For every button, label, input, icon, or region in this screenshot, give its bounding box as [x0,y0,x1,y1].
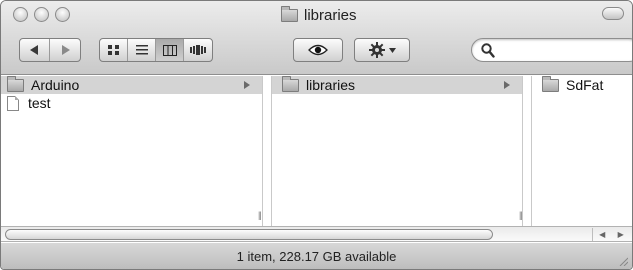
scroll-right-icon[interactable]: ▶ [618,230,624,239]
chevron-down-icon [388,47,396,53]
minimize-window-button[interactable] [34,7,49,22]
horizontal-scrollbar[interactable]: ◀ ▶ [1,226,632,242]
folder-icon [542,75,559,92]
item-label: libraries [306,77,356,93]
disclosure-arrow-icon [504,81,510,89]
folder-icon [281,5,298,22]
column-view-icon [162,44,177,56]
item-label: Arduino [31,77,80,93]
back-arrow-icon [30,45,38,55]
document-icon [7,95,19,111]
icon-view-button[interactable] [100,39,128,61]
action-menu-button[interactable] [354,38,410,62]
column-3[interactable]: SdFat [531,75,632,226]
column-browser: Arduino test || libraries || SdFat [1,75,632,226]
item-label: SdFat [566,77,604,93]
window-title-area: libraries [281,5,357,24]
gear-icon [368,42,385,58]
forward-arrow-icon [61,45,70,55]
toolbar: libraries [1,1,632,75]
zoom-window-button[interactable] [55,7,70,22]
finder-window: libraries Arduino test || libraries || S… [0,0,633,270]
back-forward-control [19,38,81,62]
list-item[interactable]: libraries [272,75,522,94]
status-text: 1 item, 228.17 GB available [236,248,397,264]
list-item[interactable]: test [1,94,262,112]
toolbar-toggle-button[interactable] [602,7,624,20]
forward-button[interactable] [50,39,80,61]
list-view-icon [135,45,148,55]
search-field[interactable] [471,38,632,62]
status-bar: 1 item, 228.17 GB available [1,243,632,269]
column-1[interactable]: Arduino test || [1,75,263,226]
scroll-arrows: ◀ ▶ [592,228,630,241]
view-mode-control [99,38,213,62]
close-window-button[interactable] [13,7,28,22]
column-resize-handle[interactable]: || [258,210,262,220]
resize-grip-icon[interactable] [618,256,628,266]
folder-icon [282,75,299,92]
search-icon [481,43,495,58]
column-2[interactable]: libraries || [271,75,523,226]
column-view-button[interactable] [156,39,184,61]
folder-icon [7,75,24,92]
back-button[interactable] [20,39,50,61]
cover-flow-view-button[interactable] [184,39,212,61]
scrollbar-thumb[interactable] [5,229,493,240]
list-item[interactable]: SdFat [532,75,632,94]
scroll-left-icon[interactable]: ◀ [599,230,605,239]
list-view-button[interactable] [128,39,156,61]
window-controls [13,7,70,22]
column-resize-handle[interactable]: || [519,210,523,220]
list-item[interactable]: Arduino [1,75,262,94]
quick-look-button[interactable] [293,38,343,62]
eye-icon [308,44,328,56]
cover-flow-icon [190,45,206,55]
icon-view-icon [108,45,119,55]
item-label: test [28,95,51,111]
disclosure-arrow-icon [244,81,250,89]
window-title: libraries [304,6,357,24]
